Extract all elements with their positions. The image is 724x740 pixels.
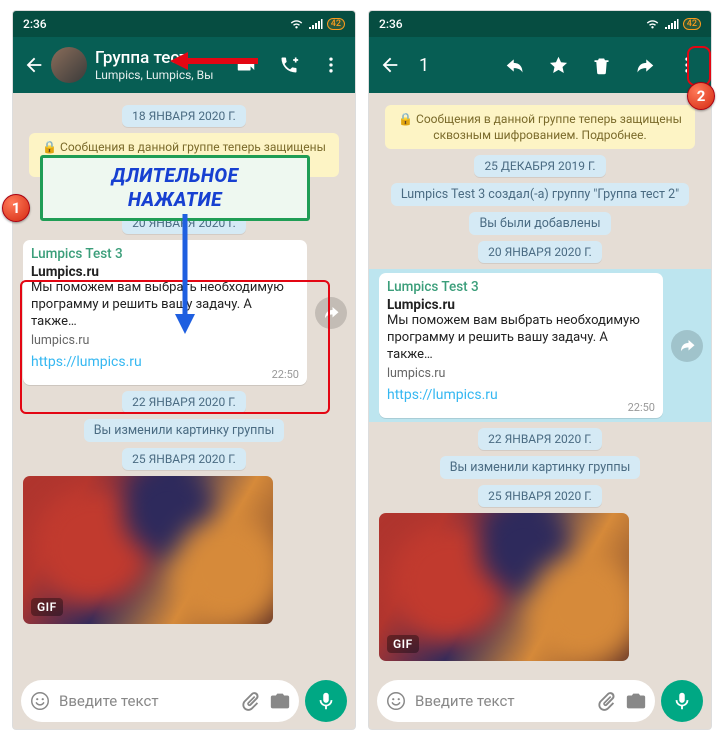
trash-icon bbox=[591, 55, 612, 76]
selection-count: 1 bbox=[419, 55, 497, 76]
message-input[interactable]: Введите текст bbox=[21, 680, 299, 722]
reply-button[interactable] bbox=[497, 47, 534, 84]
link-preview-title: Lumpics.ru bbox=[31, 264, 299, 280]
back-button[interactable] bbox=[375, 46, 405, 84]
gif-message[interactable]: GIF bbox=[379, 513, 629, 661]
more-menu-button[interactable] bbox=[669, 47, 705, 84]
arrow-left-icon bbox=[23, 54, 45, 76]
voice-call-button[interactable] bbox=[271, 46, 307, 84]
camera-icon[interactable] bbox=[269, 690, 291, 712]
wifi-icon bbox=[289, 18, 304, 30]
whatsapp-screen-left: 2:36 42 Группа тест Lumpics, Lumpics, Вы… bbox=[12, 10, 356, 730]
attach-icon[interactable] bbox=[595, 690, 617, 712]
message-bubble[interactable]: Lumpics Test 3 Lumpics.ru Мы поможем вам… bbox=[23, 240, 307, 385]
system-message: Вы были добавлены bbox=[369, 212, 711, 235]
link-preview-host: lumpics.ru bbox=[31, 333, 299, 348]
wifi-icon bbox=[645, 18, 660, 30]
battery-icon: 42 bbox=[327, 18, 345, 30]
arrow-left-icon bbox=[379, 54, 401, 76]
star-icon bbox=[548, 55, 569, 76]
date-chip: 25 ЯНВАРЯ 2020 Г. bbox=[369, 485, 711, 507]
delete-button[interactable] bbox=[583, 47, 620, 84]
battery-icon: 42 bbox=[683, 18, 701, 30]
forward-shortcut[interactable] bbox=[315, 297, 347, 329]
input-placeholder: Введите текст bbox=[59, 692, 231, 710]
gif-badge: GIF bbox=[387, 635, 419, 653]
chat-body-right[interactable]: 🔒 Сообщения в данной группе теперь защищ… bbox=[369, 93, 711, 673]
annotation-arrow-blue bbox=[170, 214, 200, 334]
reply-icon bbox=[505, 55, 526, 76]
link-preview-title: Lumpics.ru bbox=[387, 297, 655, 313]
forward-button[interactable] bbox=[626, 47, 663, 84]
annotation-callout: ДЛИТЕЛЬНОЕ НАЖАТИЕ bbox=[40, 155, 310, 221]
selected-message-row[interactable]: Lumpics Test 3 Lumpics.ru Мы поможем вам… bbox=[369, 269, 711, 422]
forward-shortcut[interactable] bbox=[671, 330, 703, 362]
gif-badge: GIF bbox=[31, 598, 63, 616]
signal-icon bbox=[308, 18, 323, 30]
date-chip: 25 ДЕКАБРЯ 2019 Г. bbox=[369, 155, 711, 177]
forward-icon bbox=[678, 337, 696, 355]
input-bar: Введите текст bbox=[13, 673, 355, 729]
system-message: Вы изменили картинку группы bbox=[13, 419, 355, 442]
system-message: Вы изменили картинку группы bbox=[369, 456, 711, 479]
date-chip: 20 ЯНВАРЯ 2020 Г. bbox=[369, 241, 711, 263]
annotation-step-2: 2 bbox=[687, 82, 715, 110]
kebab-icon bbox=[677, 55, 697, 75]
message-sender: Lumpics Test 3 bbox=[387, 279, 655, 295]
phone-add-icon bbox=[279, 55, 299, 75]
group-avatar[interactable] bbox=[51, 47, 87, 83]
system-message: Lumpics Test 3 создал(-а) группу "Группа… bbox=[369, 183, 711, 206]
star-button[interactable] bbox=[540, 47, 577, 84]
annotation-step-1: 1 bbox=[2, 194, 30, 222]
emoji-icon[interactable] bbox=[385, 690, 407, 712]
link-preview-desc: Мы поможем вам выбрать необходимую прогр… bbox=[387, 313, 655, 364]
attach-icon[interactable] bbox=[239, 690, 261, 712]
camera-icon[interactable] bbox=[625, 690, 647, 712]
mic-icon bbox=[671, 690, 693, 712]
status-time: 2:36 bbox=[23, 17, 47, 31]
kebab-icon bbox=[321, 55, 341, 75]
link-preview-host: lumpics.ru bbox=[387, 366, 655, 381]
date-chip: 22 ЯНВАРЯ 2020 Г. bbox=[13, 391, 355, 413]
mic-button[interactable] bbox=[305, 680, 347, 722]
mic-icon bbox=[315, 690, 337, 712]
emoji-icon[interactable] bbox=[29, 690, 51, 712]
status-bar: 2:36 42 bbox=[369, 11, 711, 37]
input-placeholder: Введите текст bbox=[415, 692, 587, 710]
encryption-notice[interactable]: 🔒 Сообщения в данной группе теперь защищ… bbox=[369, 105, 711, 149]
date-chip: 22 ЯНВАРЯ 2020 Г. bbox=[369, 428, 711, 450]
input-bar: Введите текст bbox=[369, 673, 711, 729]
message-sender: Lumpics Test 3 bbox=[31, 246, 299, 262]
whatsapp-screen-right: 2:36 42 1 🔒 Сообщения в данной группе те… bbox=[368, 10, 712, 730]
signal-icon bbox=[664, 18, 679, 30]
more-menu-button[interactable] bbox=[313, 46, 349, 84]
link-preview-desc: Мы поможем вам выбрать необходимую прогр… bbox=[31, 280, 299, 331]
selection-header: 1 bbox=[369, 37, 711, 93]
status-time: 2:36 bbox=[379, 17, 403, 31]
forward-icon bbox=[634, 55, 655, 76]
forward-icon bbox=[322, 304, 340, 322]
date-chip: 18 ЯНВАРЯ 2020 Г. bbox=[13, 105, 355, 127]
mic-button[interactable] bbox=[661, 680, 703, 722]
message-bubble[interactable]: Lumpics Test 3 Lumpics.ru Мы поможем вам… bbox=[379, 273, 663, 418]
message-input[interactable]: Введите текст bbox=[377, 680, 655, 722]
back-button[interactable] bbox=[19, 46, 49, 84]
gif-message[interactable]: GIF bbox=[23, 476, 273, 624]
status-bar: 2:36 42 bbox=[13, 11, 355, 37]
date-chip: 25 ЯНВАРЯ 2020 Г. bbox=[13, 448, 355, 470]
annotation-arrow-red bbox=[170, 48, 260, 74]
